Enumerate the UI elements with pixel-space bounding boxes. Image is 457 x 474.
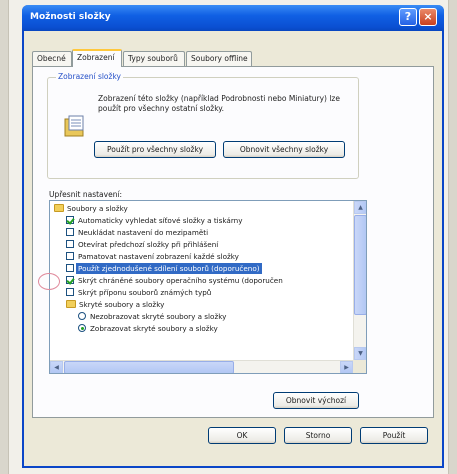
list-item[interactable]: Skrýt chráněné soubory operačního systém… (50, 275, 350, 286)
radio-button[interactable] (78, 324, 86, 332)
dialog-title: Možnosti složky (30, 12, 111, 22)
folder-views-legend: Zobrazení složky (56, 72, 123, 81)
right-window-edge (448, 0, 457, 474)
apply-to-all-folders-button[interactable]: Použít pro všechny složky (94, 141, 216, 158)
ok-button[interactable]: OK (208, 427, 276, 444)
folder-icon (54, 204, 64, 212)
tab-offline-files[interactable]: Soubory offline (186, 51, 252, 66)
list-item: Skryté soubory a složky (50, 299, 350, 310)
folder-view-icon (64, 115, 84, 137)
advanced-settings-list[interactable]: Soubory a složky Automaticky vyhledat sí… (49, 200, 367, 374)
list-item[interactable]: Pamatovat nastavení zobrazení každé slož… (50, 251, 350, 262)
checkbox[interactable] (66, 252, 74, 260)
folder-icon (66, 300, 76, 308)
horizontal-scroll-thumb[interactable] (64, 361, 234, 373)
close-button[interactable]: × (419, 8, 437, 26)
checkbox[interactable] (66, 288, 74, 296)
scroll-right-icon[interactable]: ▶ (340, 361, 353, 373)
title-bar[interactable]: Možnosti složky ? × (22, 5, 444, 31)
folder-views-group: Zobrazení složky Zobrazení této složky (… (47, 72, 359, 179)
checkbox[interactable] (66, 276, 74, 284)
folder-options-dialog: Možnosti složky ? × Obecné Zobrazení Typ… (22, 5, 444, 468)
vertical-scrollbar[interactable]: ▲ ▼ (353, 201, 366, 360)
tab-view[interactable]: Zobrazení (72, 49, 122, 67)
list-item[interactable]: Automaticky vyhledat síťové složky a tis… (50, 215, 350, 226)
scroll-down-icon[interactable]: ▼ (354, 347, 366, 360)
highlight-circle (38, 273, 60, 290)
list-item[interactable]: Nezobrazovat skryté soubory a složky (50, 311, 350, 322)
left-window-edge (0, 0, 9, 474)
tab-file-types[interactable]: Typy souborů (123, 51, 185, 66)
checkbox[interactable] (66, 240, 74, 248)
vertical-scroll-thumb[interactable] (354, 215, 366, 315)
list-item-selected[interactable]: Použít zjednodušené sdílení souborů (dop… (50, 263, 350, 274)
list-item: Soubory a složky (50, 203, 350, 214)
scrollbar-corner (353, 360, 366, 373)
restore-defaults-button[interactable]: Obnovit výchozí (273, 392, 359, 409)
list-item[interactable]: Skrýt příponu souborů známých typů (50, 287, 350, 298)
view-tab-panel: Zobrazení složky Zobrazení této složky (… (32, 66, 434, 418)
list-item[interactable]: Zobrazovat skryté soubory a složky (50, 323, 350, 334)
cancel-button[interactable]: Storno (284, 427, 352, 444)
scroll-up-icon[interactable]: ▲ (354, 201, 366, 214)
folder-views-description: Zobrazení této složky (například Podrobn… (98, 94, 340, 113)
tab-general[interactable]: Obecné (32, 51, 72, 66)
checkbox[interactable] (66, 216, 74, 224)
checkbox[interactable] (66, 264, 74, 272)
help-button[interactable]: ? (399, 8, 417, 26)
radio-button[interactable] (78, 312, 86, 320)
list-item[interactable]: Otevírat předchozí složky při přihlášení (50, 239, 350, 250)
apply-button[interactable]: Použít (360, 427, 428, 444)
horizontal-scrollbar[interactable]: ◀ ▶ (50, 360, 353, 373)
reset-all-folders-button[interactable]: Obnovit všechny složky (223, 141, 345, 158)
list-item[interactable]: Neukládat nastavení do mezipaměti (50, 227, 350, 238)
advanced-settings-label: Upřesnit nastavení: (49, 190, 123, 199)
scroll-left-icon[interactable]: ◀ (50, 361, 63, 373)
checkbox[interactable] (66, 228, 74, 236)
